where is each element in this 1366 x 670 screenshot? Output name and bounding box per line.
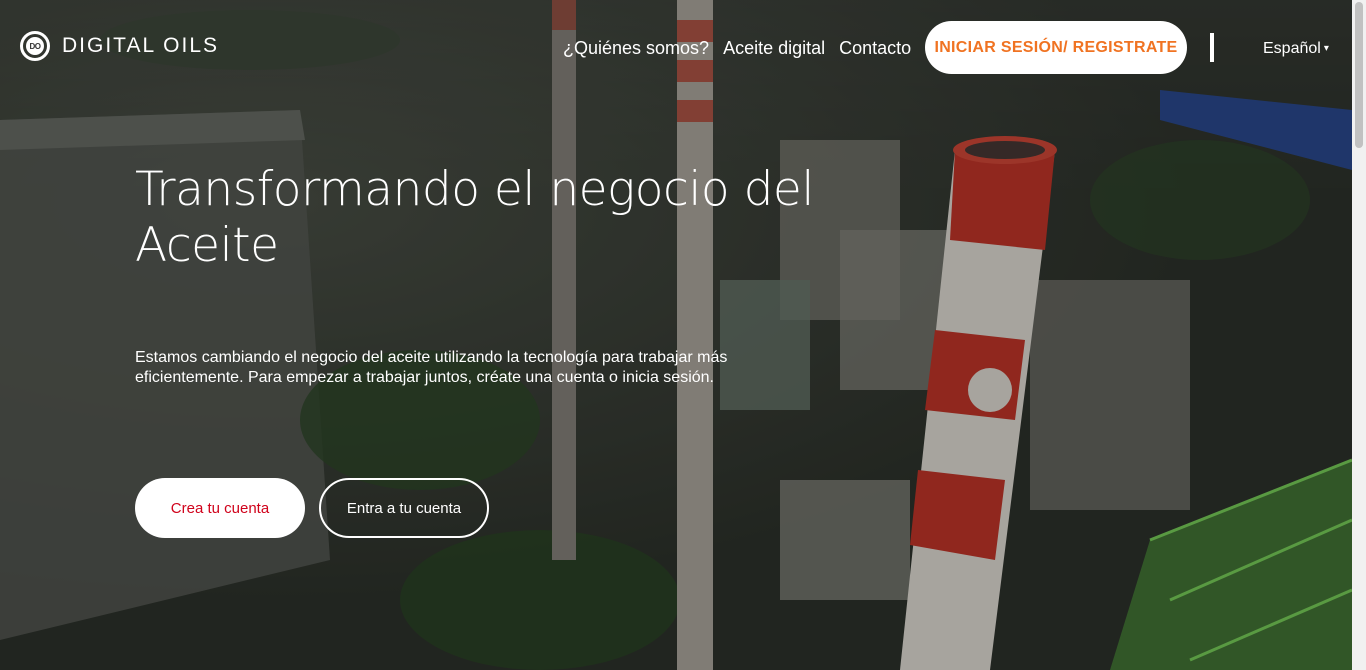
hero-description: Estamos cambiando el negocio del aceite … bbox=[135, 349, 728, 386]
nav-link-quienes-somos[interactable]: ¿Quiénes somos? bbox=[563, 38, 709, 59]
digital-oils-logo-icon: DO bbox=[20, 31, 50, 61]
scrollbar-thumb[interactable] bbox=[1355, 2, 1363, 148]
brand-name: DIGITAL OILS bbox=[62, 34, 220, 57]
nav-divider bbox=[1210, 33, 1214, 62]
page-scrollbar[interactable] bbox=[1352, 0, 1366, 670]
hero-dark-overlay bbox=[0, 0, 1352, 670]
nav-link-contacto[interactable]: Contacto bbox=[839, 38, 911, 59]
main-navigation: ¿Quiénes somos? Aceite digital Contacto bbox=[563, 38, 911, 59]
language-label: Español bbox=[1263, 40, 1321, 57]
create-account-button[interactable]: Crea tu cuenta bbox=[135, 478, 305, 538]
language-selector[interactable]: Español ▾ bbox=[1263, 40, 1329, 58]
brand-logo[interactable]: DO DIGITAL OILS bbox=[20, 31, 219, 61]
login-register-button[interactable]: INICIAR SESIÓN/ REGISTRATE bbox=[925, 21, 1187, 74]
nav-link-aceite-digital[interactable]: Aceite digital bbox=[723, 38, 825, 59]
caret-down-icon: ▾ bbox=[1323, 43, 1329, 54]
logo-mark-text: DO bbox=[26, 37, 44, 55]
sign-in-button[interactable]: Entra a tu cuenta bbox=[319, 478, 489, 538]
hero-title: Transformando el negocio del Aceite bbox=[135, 162, 814, 273]
